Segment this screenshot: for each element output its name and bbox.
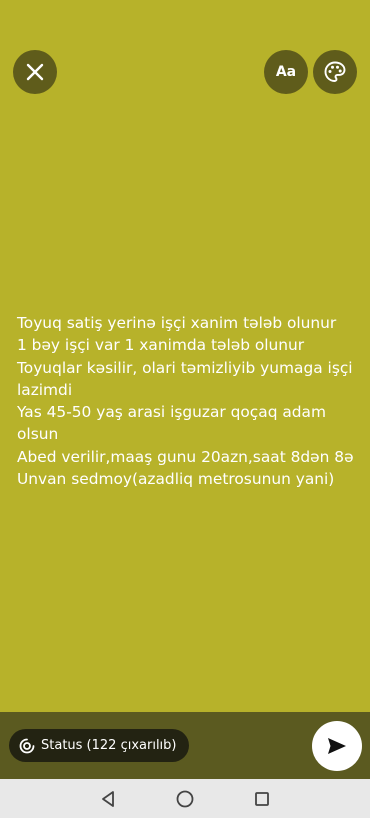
palette-icon <box>324 61 346 82</box>
message-line: Yas 45-50 yaş arasi işguzar qoçaq adam o… <box>17 403 326 444</box>
send-icon <box>328 738 346 754</box>
message-line: 1 bəy işçi var 1 xanimda tələb olunur <box>17 336 305 355</box>
status-audience-button[interactable]: Status (122 çıxarılıb) <box>9 729 189 762</box>
font-button[interactable]: Aa <box>264 50 308 94</box>
status-label: Status (122 çıxarılıb) <box>41 738 177 753</box>
font-label: Aa <box>275 64 297 80</box>
nav-home-icon[interactable] <box>175 789 195 809</box>
nav-back-icon[interactable] <box>99 790 117 808</box>
send-button[interactable] <box>312 721 362 771</box>
message-line: Toyuq satiş yerinə işçi xanim tələb olun… <box>17 314 337 332</box>
color-palette-button[interactable] <box>313 50 357 94</box>
nav-recents-icon[interactable] <box>253 790 271 808</box>
message-line: Unvan sedmoy(azadliq metrosunun yani) <box>17 470 335 489</box>
status-ring-icon <box>19 738 35 753</box>
status-text[interactable]: Toyuq satiş yerinə işçi xanim tələb olun… <box>17 312 357 490</box>
message-line: Toyuqlar kəsilir, olari təmizliyib yumag… <box>17 358 353 399</box>
message-line: Abed verilir,maaş gunu 20azn,saat 8dən 8… <box>17 447 354 466</box>
system-navigation-bar <box>0 779 370 818</box>
close-icon <box>26 63 44 81</box>
close-button[interactable] <box>13 50 57 94</box>
